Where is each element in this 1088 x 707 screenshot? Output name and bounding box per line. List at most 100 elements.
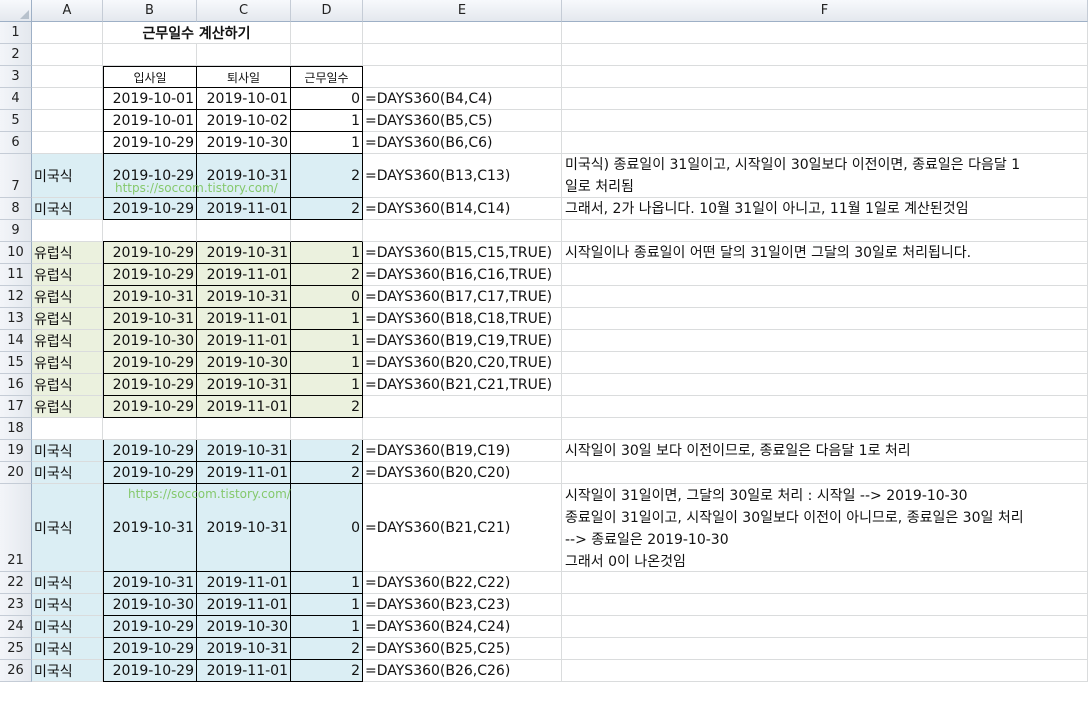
cell-d-20[interactable]: 2 <box>291 462 363 484</box>
cell-a-11[interactable]: 유럽식 <box>32 264 103 286</box>
cell-b-8[interactable]: 2019-10-29 <box>103 198 197 220</box>
cell-a-18[interactable] <box>32 418 103 440</box>
cell-e-17[interactable] <box>363 396 562 418</box>
cell-b-9[interactable] <box>103 220 197 242</box>
cell-c-8[interactable]: 2019-11-01 <box>197 198 291 220</box>
cell-f-24[interactable] <box>562 616 1088 638</box>
cell-f-26[interactable] <box>562 660 1088 682</box>
cell-d-21[interactable]: 0 <box>291 484 363 572</box>
cell-b-4[interactable]: 2019-10-01 <box>103 88 197 110</box>
column-header-b[interactable]: B <box>103 0 197 22</box>
cell-d-23[interactable]: 1 <box>291 594 363 616</box>
row-header[interactable]: 9 <box>0 220 32 242</box>
column-header-f[interactable]: F <box>562 0 1088 22</box>
cell-e-23[interactable]: =DAYS360(B23,C23) <box>363 594 562 616</box>
cell-e-7[interactable]: =DAYS360(B13,C13) <box>363 154 562 198</box>
cell-b-5[interactable]: 2019-10-01 <box>103 110 197 132</box>
cell-e-10[interactable]: =DAYS360(B15,C15,TRUE) <box>363 242 562 264</box>
cell-e-13[interactable]: =DAYS360(B18,C18,TRUE) <box>363 308 562 330</box>
cell-c-25[interactable]: 2019-10-31 <box>197 638 291 660</box>
cell-b-19[interactable]: 2019-10-29 <box>103 440 197 462</box>
cell-a-10[interactable]: 유럽식 <box>32 242 103 264</box>
cell-c-19[interactable]: 2019-10-31 <box>197 440 291 462</box>
cell-a-8[interactable]: 미국식 <box>32 198 103 220</box>
select-all-corner[interactable] <box>0 0 32 22</box>
cell-a-1[interactable] <box>32 22 103 44</box>
cell-e-11[interactable]: =DAYS360(B16,C16,TRUE) <box>363 264 562 286</box>
cell-a-14[interactable]: 유럽식 <box>32 330 103 352</box>
cell-c-16[interactable]: 2019-10-31 <box>197 374 291 396</box>
cell-b-13[interactable]: 2019-10-31 <box>103 308 197 330</box>
cell-f-20[interactable] <box>562 462 1088 484</box>
cell-d-19[interactable]: 2 <box>291 440 363 462</box>
row-header[interactable]: 22 <box>0 572 32 594</box>
row-header[interactable]: 25 <box>0 638 32 660</box>
row-header[interactable]: 23 <box>0 594 32 616</box>
cell-c-12[interactable]: 2019-10-31 <box>197 286 291 308</box>
cell-d-26[interactable]: 2 <box>291 660 363 682</box>
cell-d-7[interactable]: 2 <box>291 154 363 198</box>
cell-d-24[interactable]: 1 <box>291 616 363 638</box>
cell-b-25[interactable]: 2019-10-29 <box>103 638 197 660</box>
cell-e-5[interactable]: =DAYS360(B5,C5) <box>363 110 562 132</box>
cell-f-9[interactable] <box>562 220 1088 242</box>
cell-c-24[interactable]: 2019-10-30 <box>197 616 291 638</box>
cell-e-6[interactable]: =DAYS360(B6,C6) <box>363 132 562 154</box>
row-header[interactable]: 5 <box>0 110 32 132</box>
cell-b-15[interactable]: 2019-10-29 <box>103 352 197 374</box>
cell-f-2[interactable] <box>562 44 1088 66</box>
cell-f-17[interactable] <box>562 396 1088 418</box>
cell-e-12[interactable]: =DAYS360(B17,C17,TRUE) <box>363 286 562 308</box>
cell-a-9[interactable] <box>32 220 103 242</box>
cell-d-16[interactable]: 1 <box>291 374 363 396</box>
row-header[interactable]: 14 <box>0 330 32 352</box>
cell-d-5[interactable]: 1 <box>291 110 363 132</box>
cell-d-11[interactable]: 2 <box>291 264 363 286</box>
cell-b-24[interactable]: 2019-10-29 <box>103 616 197 638</box>
cell-e-9[interactable] <box>363 220 562 242</box>
row-header[interactable]: 18 <box>0 418 32 440</box>
row-header[interactable]: 17 <box>0 396 32 418</box>
cell-c-2[interactable] <box>197 44 291 66</box>
cell-e-20[interactable]: =DAYS360(B20,C20) <box>363 462 562 484</box>
row-header[interactable]: 26 <box>0 660 32 682</box>
cell-a-4[interactable] <box>32 88 103 110</box>
cell-e-3[interactable] <box>363 66 562 88</box>
cell-b-6[interactable]: 2019-10-29 <box>103 132 197 154</box>
cell-d-17[interactable]: 2 <box>291 396 363 418</box>
row-header[interactable]: 16 <box>0 374 32 396</box>
cell-e-16[interactable]: =DAYS360(B21,C21,TRUE) <box>363 374 562 396</box>
cell-e-22[interactable]: =DAYS360(B22,C22) <box>363 572 562 594</box>
cell-d-10[interactable]: 1 <box>291 242 363 264</box>
cell-a-16[interactable]: 유럽식 <box>32 374 103 396</box>
cell-f-1[interactable] <box>562 22 1088 44</box>
cell-b-20[interactable]: 2019-10-29 <box>103 462 197 484</box>
cell-b-14[interactable]: 2019-10-30 <box>103 330 197 352</box>
cell-b-10[interactable]: 2019-10-29 <box>103 242 197 264</box>
cell-a-20[interactable]: 미국식 <box>32 462 103 484</box>
cell-c-5[interactable]: 2019-10-02 <box>197 110 291 132</box>
cell-e-18[interactable] <box>363 418 562 440</box>
cell-b-11[interactable]: 2019-10-29 <box>103 264 197 286</box>
row-header[interactable]: 3 <box>0 66 32 88</box>
cell-e-2[interactable] <box>363 44 562 66</box>
cell-a-13[interactable]: 유럽식 <box>32 308 103 330</box>
cell-e-19[interactable]: =DAYS360(B19,C19) <box>363 440 562 462</box>
cell-f-14[interactable] <box>562 330 1088 352</box>
cell-e-21[interactable]: =DAYS360(B21,C21) <box>363 484 562 572</box>
cell-c-9[interactable] <box>197 220 291 242</box>
row-header[interactable]: 15 <box>0 352 32 374</box>
cell-b-22[interactable]: 2019-10-31 <box>103 572 197 594</box>
cell-b-26[interactable]: 2019-10-29 <box>103 660 197 682</box>
cell-d-13[interactable]: 1 <box>291 308 363 330</box>
cell-b-16[interactable]: 2019-10-29 <box>103 374 197 396</box>
cell-d-4[interactable]: 0 <box>291 88 363 110</box>
cell-c-26[interactable]: 2019-11-01 <box>197 660 291 682</box>
cell-c-6[interactable]: 2019-10-30 <box>197 132 291 154</box>
cell-a-19[interactable]: 미국식 <box>32 440 103 462</box>
cell-a-25[interactable]: 미국식 <box>32 638 103 660</box>
cell-e-25[interactable]: =DAYS360(B25,C25) <box>363 638 562 660</box>
cell-d-8[interactable]: 2 <box>291 198 363 220</box>
row-header[interactable]: 7 <box>0 154 32 198</box>
cell-a-17[interactable]: 유럽식 <box>32 396 103 418</box>
